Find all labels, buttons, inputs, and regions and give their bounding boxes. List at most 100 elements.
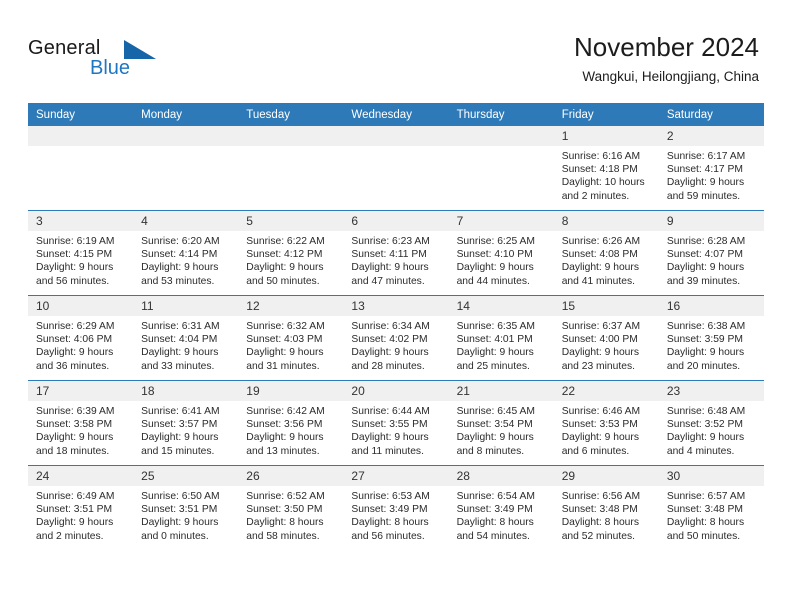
- calendar-day-cell[interactable]: 12 Sunrise: 6:32 AM Sunset: 4:03 PM Dayligh…: [238, 295, 344, 381]
- calendar-day-cell[interactable]: 26 Sunrise: 6:52 AM Sunset: 3:50 PM Dayligh…: [238, 465, 344, 550]
- day-number: 4: [133, 211, 239, 231]
- calendar-day-cell[interactable]: 5 Sunrise: 6:22 AM Sunset: 4:12 PM Daylight…: [238, 210, 344, 296]
- sunset-text: Sunset: 4:08 PM: [561, 249, 638, 261]
- sunrise-text: Sunrise: 6:41 AM: [141, 406, 220, 417]
- sunset-text: Sunset: 3:51 PM: [141, 504, 218, 516]
- calendar-day-cell[interactable]: 16 Sunrise: 6:38 AM Sunset: 3:59 PM Dayligh…: [658, 295, 764, 381]
- calendar-day-cell[interactable]: 20 Sunrise: 6:44 AM Sunset: 3:55 PM Dayligh…: [343, 380, 449, 466]
- calendar-cell-empty: [133, 126, 239, 211]
- calendar-day-cell[interactable]: 13 Sunrise: 6:34 AM Sunset: 4:02 PM Dayligh…: [343, 295, 449, 381]
- daylight-text: Daylight: 9 hours and 13 minutes.: [246, 432, 324, 457]
- day-details: Sunrise: 6:23 AM Sunset: 4:11 PM Daylight:…: [343, 231, 448, 288]
- calendar-day-cell[interactable]: 9 Sunrise: 6:28 AM Sunset: 4:07 PM Daylight…: [658, 210, 764, 296]
- sunset-text: Sunset: 3:49 PM: [351, 504, 428, 516]
- day-number: 8: [553, 211, 659, 231]
- calendar-day-cell[interactable]: 8 Sunrise: 6:26 AM Sunset: 4:08 PM Daylight…: [553, 210, 659, 296]
- calendar-day-cell[interactable]: 15 Sunrise: 6:37 AM Sunset: 4:00 PM Dayligh…: [553, 295, 659, 381]
- calendar-cell-empty: [238, 126, 344, 211]
- calendar-day-cell[interactable]: 11 Sunrise: 6:31 AM Sunset: 4:04 PM Dayligh…: [133, 295, 239, 381]
- weekday-header-saturday: Saturday: [658, 103, 764, 126]
- calendar-page: General Blue November 2024 Wangkui, Heil…: [0, 0, 792, 612]
- calendar-day-cell[interactable]: 24 Sunrise: 6:49 AM Sunset: 3:51 PM Dayligh…: [28, 465, 134, 550]
- day-number: 20: [343, 381, 449, 401]
- day-details: Sunrise: 6:17 AM Sunset: 4:17 PM Daylight:…: [659, 146, 764, 203]
- sunset-text: Sunset: 4:04 PM: [141, 334, 218, 346]
- calendar-week-row: 10 Sunrise: 6:29 AM Sunset: 4:06 PM Dayligh…: [28, 295, 764, 381]
- calendar-day-cell[interactable]: 14 Sunrise: 6:35 AM Sunset: 4:01 PM Dayligh…: [448, 295, 554, 381]
- calendar-day-cell[interactable]: 10 Sunrise: 6:29 AM Sunset: 4:06 PM Dayligh…: [28, 295, 134, 381]
- daylight-text: Daylight: 9 hours and 4 minutes.: [666, 432, 745, 457]
- sunrise-text: Sunrise: 6:57 AM: [666, 491, 746, 502]
- calendar-day-cell[interactable]: 23 Sunrise: 6:48 AM Sunset: 3:52 PM Dayligh…: [658, 380, 764, 466]
- day-number: 17: [28, 381, 134, 401]
- daylight-text: Daylight: 9 hours and 33 minutes.: [141, 347, 219, 372]
- daylight-text: Daylight: 9 hours and 18 minutes.: [36, 432, 114, 457]
- sunrise-text: Sunrise: 6:28 AM: [666, 236, 746, 247]
- day-details: Sunrise: 6:34 AM Sunset: 4:02 PM Daylight:…: [343, 316, 448, 373]
- day-number: 30: [658, 466, 764, 486]
- sunset-text: Sunset: 4:15 PM: [36, 249, 113, 261]
- sunset-text: Sunset: 3:48 PM: [561, 504, 638, 516]
- calendar-day-cell[interactable]: 28 Sunrise: 6:54 AM Sunset: 3:49 PM Dayligh…: [448, 465, 554, 550]
- day-number: 24: [28, 466, 134, 486]
- daylight-text: Daylight: 8 hours and 56 minutes.: [351, 517, 429, 542]
- calendar-day-cell[interactable]: 3 Sunrise: 6:19 AM Sunset: 4:15 PM Daylight…: [28, 210, 134, 296]
- day-details: Sunrise: 6:26 AM Sunset: 4:08 PM Daylight:…: [554, 231, 659, 288]
- sunset-text: Sunset: 4:10 PM: [456, 249, 533, 261]
- sunrise-text: Sunrise: 6:35 AM: [456, 321, 535, 332]
- logo-text-blue: Blue: [90, 57, 131, 79]
- calendar-day-cell[interactable]: 7 Sunrise: 6:25 AM Sunset: 4:10 PM Daylight…: [448, 210, 554, 296]
- calendar-day-cell[interactable]: 2 Sunrise: 6:17 AM Sunset: 4:17 PM Daylight…: [658, 126, 764, 211]
- sunset-text: Sunset: 3:52 PM: [666, 419, 743, 431]
- calendar-header-row: Sunday Monday Tuesday Wednesday Thursday…: [28, 103, 764, 126]
- day-number: 25: [133, 466, 239, 486]
- day-number: 9: [658, 211, 764, 231]
- calendar-day-cell[interactable]: 1 Sunrise: 6:16 AM Sunset: 4:18 PM Daylight…: [553, 126, 659, 211]
- day-details: Sunrise: 6:19 AM Sunset: 4:15 PM Daylight:…: [28, 231, 133, 288]
- sunset-text: Sunset: 4:01 PM: [456, 334, 533, 346]
- general-blue-logo[interactable]: General Blue: [28, 37, 168, 85]
- sunrise-text: Sunrise: 6:29 AM: [36, 321, 115, 332]
- calendar-day-cell[interactable]: 30 Sunrise: 6:57 AM Sunset: 3:48 PM Dayligh…: [658, 465, 764, 550]
- calendar-day-cell[interactable]: 19 Sunrise: 6:42 AM Sunset: 3:56 PM Dayligh…: [238, 380, 344, 466]
- day-number: [238, 126, 344, 146]
- day-number: 21: [448, 381, 554, 401]
- calendar-day-cell[interactable]: 29 Sunrise: 6:56 AM Sunset: 3:48 PM Dayligh…: [553, 465, 659, 550]
- day-number: [448, 126, 554, 146]
- calendar-day-cell[interactable]: 21 Sunrise: 6:45 AM Sunset: 3:54 PM Dayligh…: [448, 380, 554, 466]
- day-number: 11: [133, 296, 239, 316]
- calendar-day-cell[interactable]: 22 Sunrise: 6:46 AM Sunset: 3:53 PM Dayligh…: [553, 380, 659, 466]
- sunrise-text: Sunrise: 6:56 AM: [561, 491, 641, 502]
- sunset-text: Sunset: 4:12 PM: [246, 249, 323, 261]
- calendar-day-cell[interactable]: 27 Sunrise: 6:53 AM Sunset: 3:49 PM Dayligh…: [343, 465, 449, 550]
- calendar-week-row: 1 Sunrise: 6:16 AM Sunset: 4:18 PM Daylight…: [28, 126, 764, 211]
- weekday-header-wednesday: Wednesday: [343, 103, 449, 126]
- sunrise-text: Sunrise: 6:22 AM: [246, 236, 325, 247]
- sunrise-text: Sunrise: 6:19 AM: [36, 236, 115, 247]
- weekday-header-tuesday: Tuesday: [238, 103, 344, 126]
- sunset-text: Sunset: 4:07 PM: [666, 249, 743, 261]
- day-number: 13: [343, 296, 449, 316]
- sunrise-text: Sunrise: 6:26 AM: [561, 236, 641, 247]
- daylight-text: Daylight: 9 hours and 15 minutes.: [141, 432, 219, 457]
- daylight-text: Daylight: 9 hours and 0 minutes.: [141, 517, 219, 542]
- sunrise-text: Sunrise: 6:53 AM: [351, 491, 430, 502]
- calendar-day-cell[interactable]: 18 Sunrise: 6:41 AM Sunset: 3:57 PM Dayligh…: [133, 380, 239, 466]
- calendar-day-cell[interactable]: 25 Sunrise: 6:50 AM Sunset: 3:51 PM Dayligh…: [133, 465, 239, 550]
- calendar-day-cell[interactable]: 4 Sunrise: 6:20 AM Sunset: 4:14 PM Daylight…: [133, 210, 239, 296]
- daylight-text: Daylight: 9 hours and 2 minutes.: [36, 517, 114, 542]
- daylight-text: Daylight: 9 hours and 23 minutes.: [561, 347, 639, 372]
- calendar-cell-empty: [448, 126, 554, 211]
- daylight-text: Daylight: 8 hours and 52 minutes.: [561, 517, 639, 542]
- sunrise-text: Sunrise: 6:17 AM: [666, 151, 746, 162]
- sunset-text: Sunset: 3:57 PM: [141, 419, 218, 431]
- sunset-text: Sunset: 4:06 PM: [36, 334, 113, 346]
- sunrise-text: Sunrise: 6:45 AM: [456, 406, 535, 417]
- calendar-day-cell[interactable]: 6 Sunrise: 6:23 AM Sunset: 4:11 PM Daylight…: [343, 210, 449, 296]
- daylight-text: Daylight: 9 hours and 53 minutes.: [141, 262, 219, 287]
- daylight-text: Daylight: 9 hours and 44 minutes.: [456, 262, 534, 287]
- sunrise-text: Sunrise: 6:42 AM: [246, 406, 325, 417]
- calendar-day-cell[interactable]: 17 Sunrise: 6:39 AM Sunset: 3:58 PM Dayligh…: [28, 380, 134, 466]
- sunset-text: Sunset: 3:59 PM: [666, 334, 743, 346]
- location-subtitle: Wangkui, Heilongjiang, China: [582, 69, 759, 84]
